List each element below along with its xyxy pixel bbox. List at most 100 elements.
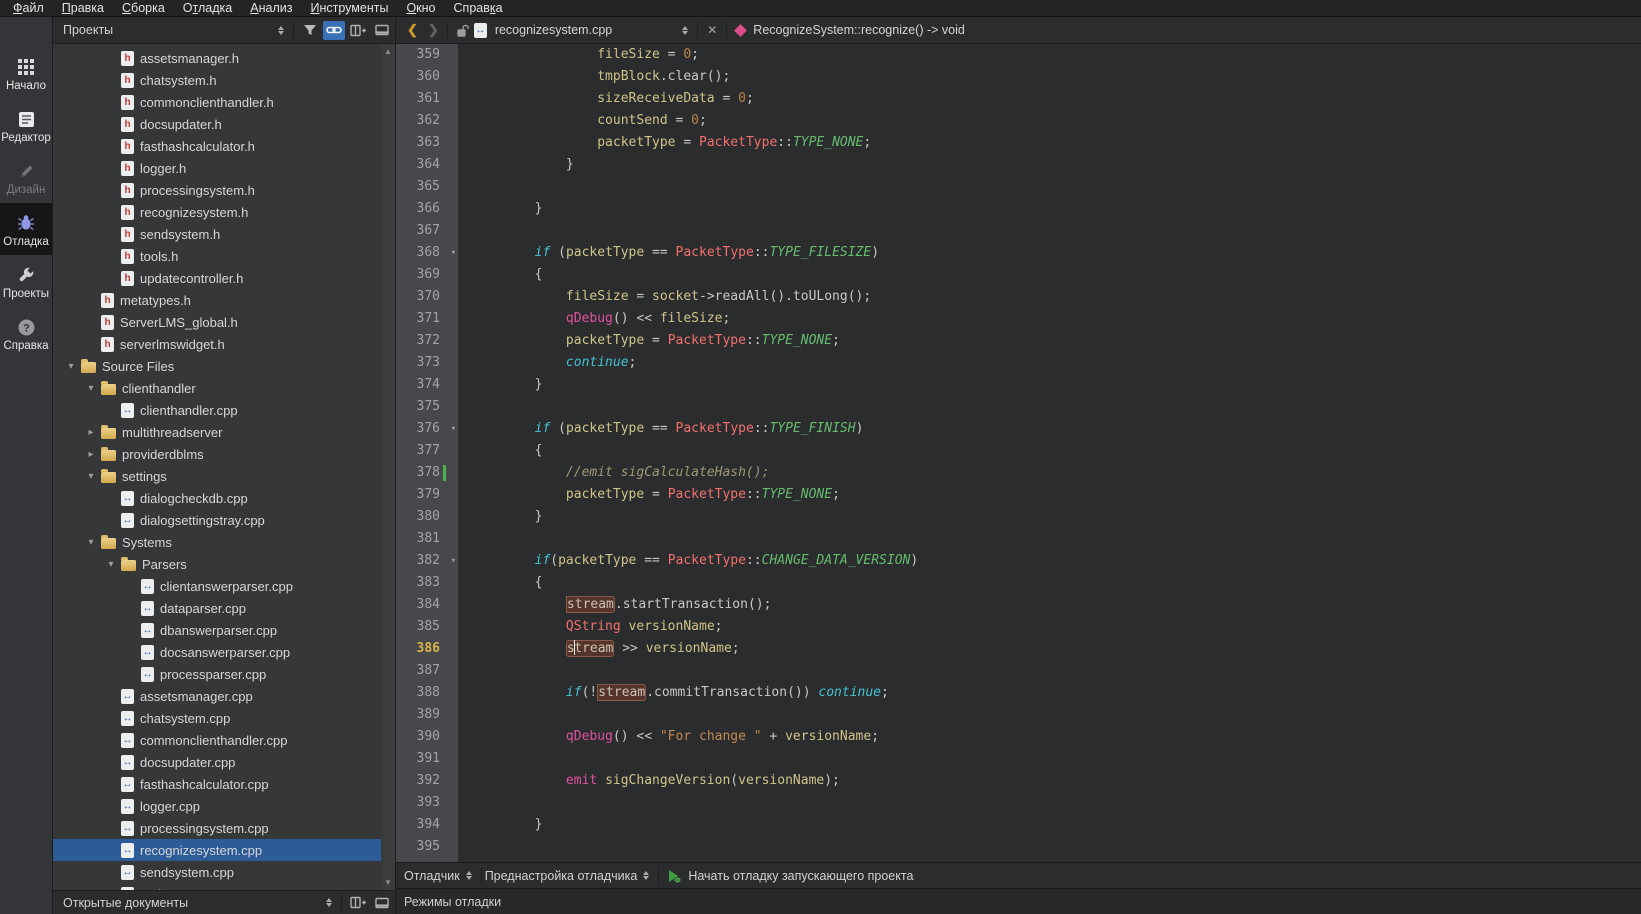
fold-marker-icon[interactable]: ▾ [451,550,456,572]
fold-marker-icon[interactable]: ▾ [451,242,456,264]
tree-item[interactable]: ↔docsanswerparser.cpp [53,641,395,663]
code-line[interactable]: 389 [396,704,1641,726]
tree-item[interactable]: ↔clienthandler.cpp [53,399,395,421]
code-line[interactable]: 380 } [396,506,1641,528]
line-number[interactable]: 390 [396,726,458,748]
chevron-down-icon[interactable]: ▾ [81,383,101,394]
line-number[interactable]: 369 [396,264,458,286]
sync-with-editor-icon[interactable] [323,21,345,40]
mode-item-debug[interactable]: Отладка [0,203,52,255]
line-number[interactable]: 381 [396,528,458,550]
code-line[interactable]: 387 [396,660,1641,682]
tree-item[interactable]: hfasthashcalculator.h [53,135,395,157]
debugger-combo[interactable]: Отладчик [404,869,460,883]
start-debugging-icon[interactable] [666,868,682,884]
code-editor[interactable]: 359 fileSize = 0;360 tmpBlock.clear();36… [396,44,1641,862]
tree-item[interactable]: ↔dialogsettingstray.cpp [53,509,395,531]
tree-item[interactable]: ↔dialogcheckdb.cpp [53,487,395,509]
line-number[interactable]: 372 [396,330,458,352]
code-line[interactable]: 369 { [396,264,1641,286]
tree-item[interactable]: hcommonclienthandler.h [53,91,395,113]
chevron-right-icon[interactable]: ▸ [81,449,101,460]
tree-item[interactable]: hchatsystem.h [53,69,395,91]
menu-item[interactable]: Сборка [113,1,174,15]
tree-item[interactable]: ▸multithreadserver [53,421,395,443]
line-number[interactable]: 365 [396,176,458,198]
menu-item[interactable]: Правка [53,1,113,15]
code-line[interactable]: 360 tmpBlock.clear(); [396,66,1641,88]
mode-item-welcome[interactable]: Начало [0,47,52,99]
code-line[interactable]: 375 [396,396,1641,418]
tree-item[interactable]: ↔chatsystem.cpp [53,707,395,729]
navigate-forward-icon[interactable]: ❯ [423,22,444,38]
code-line[interactable]: 382▾ if(packetType == PacketType::CHANGE… [396,550,1641,572]
line-number[interactable]: 370 [396,286,458,308]
code-line[interactable]: 367 [396,220,1641,242]
tree-item[interactable]: ▸providerdblms [53,443,395,465]
tree-item[interactable]: ▾Systems [53,531,395,553]
code-line[interactable]: 391 [396,748,1641,770]
line-number[interactable]: 392 [396,770,458,792]
open-file-name[interactable]: recognizesystem.cpp [495,23,612,37]
code-line[interactable]: 361 sizeReceiveData = 0; [396,88,1641,110]
file-dropdown-icon[interactable] [682,26,688,35]
code-line[interactable]: 388 if(!stream.commitTransaction()) cont… [396,682,1641,704]
code-line[interactable]: 359 fileSize = 0; [396,44,1641,66]
code-line[interactable]: 384 stream.startTransaction(); [396,594,1641,616]
filter-icon[interactable] [299,21,321,40]
tree-item[interactable]: ↔dataparser.cpp [53,597,395,619]
tree-item[interactable]: ↔assetsmanager.cpp [53,685,395,707]
line-number[interactable]: 361 [396,88,458,110]
tree-item[interactable]: ▾settings [53,465,395,487]
panel-select-arrows-icon[interactable] [326,898,332,907]
current-line-number[interactable]: 386 [396,638,458,660]
tree-item[interactable]: ↔recognizesystem.cpp [53,839,395,861]
line-number[interactable]: 360 [396,66,458,88]
tree-item[interactable]: ▾Source Files [53,355,395,377]
code-line[interactable]: 385 QString versionName; [396,616,1641,638]
navigate-back-icon[interactable]: ❮ [402,22,423,38]
code-line[interactable]: 381 [396,528,1641,550]
line-number[interactable]: 388 [396,682,458,704]
chevron-down-icon[interactable]: ▾ [81,537,101,548]
code-line[interactable]: 368▾ if (packetType == PacketType::TYPE_… [396,242,1641,264]
split-panel-icon[interactable] [347,21,369,40]
menu-item[interactable]: Справка [445,1,512,15]
line-number[interactable]: 389 [396,704,458,726]
chevron-down-icon[interactable]: ▾ [61,361,81,372]
chevron-down-icon[interactable]: ▾ [101,559,121,570]
tree-item[interactable]: hassetsmanager.h [53,47,395,69]
mode-item-projects[interactable]: Проекты [0,255,52,307]
debugger-preset-combo[interactable]: Преднастройка отладчика [485,869,638,883]
code-line[interactable]: 370 fileSize = socket->readAll().toULong… [396,286,1641,308]
line-number[interactable]: 394 [396,814,458,836]
tree-item[interactable]: ↔logger.cpp [53,795,395,817]
code-line[interactable]: 372 packetType = PacketType::TYPE_NONE; [396,330,1641,352]
code-line[interactable]: 374 } [396,374,1641,396]
chevron-down-icon[interactable]: ▾ [81,471,101,482]
line-number[interactable]: 377 [396,440,458,462]
tree-item[interactable]: hsendsystem.h [53,223,395,245]
menu-item[interactable]: Инструменты [301,1,397,15]
line-number[interactable]: 359 [396,44,458,66]
preset-combo-arrows-icon[interactable] [643,871,649,880]
line-number[interactable]: 395 [396,836,458,858]
code-line[interactable]: 394 } [396,814,1641,836]
code-line[interactable]: 393 [396,792,1641,814]
line-number[interactable]: 375 [396,396,458,418]
code-line[interactable]: 383 { [396,572,1641,594]
tree-item[interactable]: ↔processingsystem.cpp [53,817,395,839]
split-panel-icon[interactable] [347,893,369,912]
menu-item[interactable]: Окно [397,1,444,15]
code-line[interactable]: 390 qDebug() << "For change " + versionN… [396,726,1641,748]
code-line[interactable]: 379 packetType = PacketType::TYPE_NONE; [396,484,1641,506]
menu-item[interactable]: Отладка [174,1,241,15]
tree-item[interactable]: ↔tools.cpp [53,883,395,890]
line-number[interactable]: 382▾ [396,550,458,572]
unlock-icon[interactable] [456,24,469,37]
line-number[interactable]: 367 [396,220,458,242]
tree-item[interactable]: ↔dbanswerparser.cpp [53,619,395,641]
debugger-combo-arrows-icon[interactable] [466,871,472,880]
line-number[interactable]: 380 [396,506,458,528]
open-documents-title[interactable]: Открытые документы [63,896,320,910]
